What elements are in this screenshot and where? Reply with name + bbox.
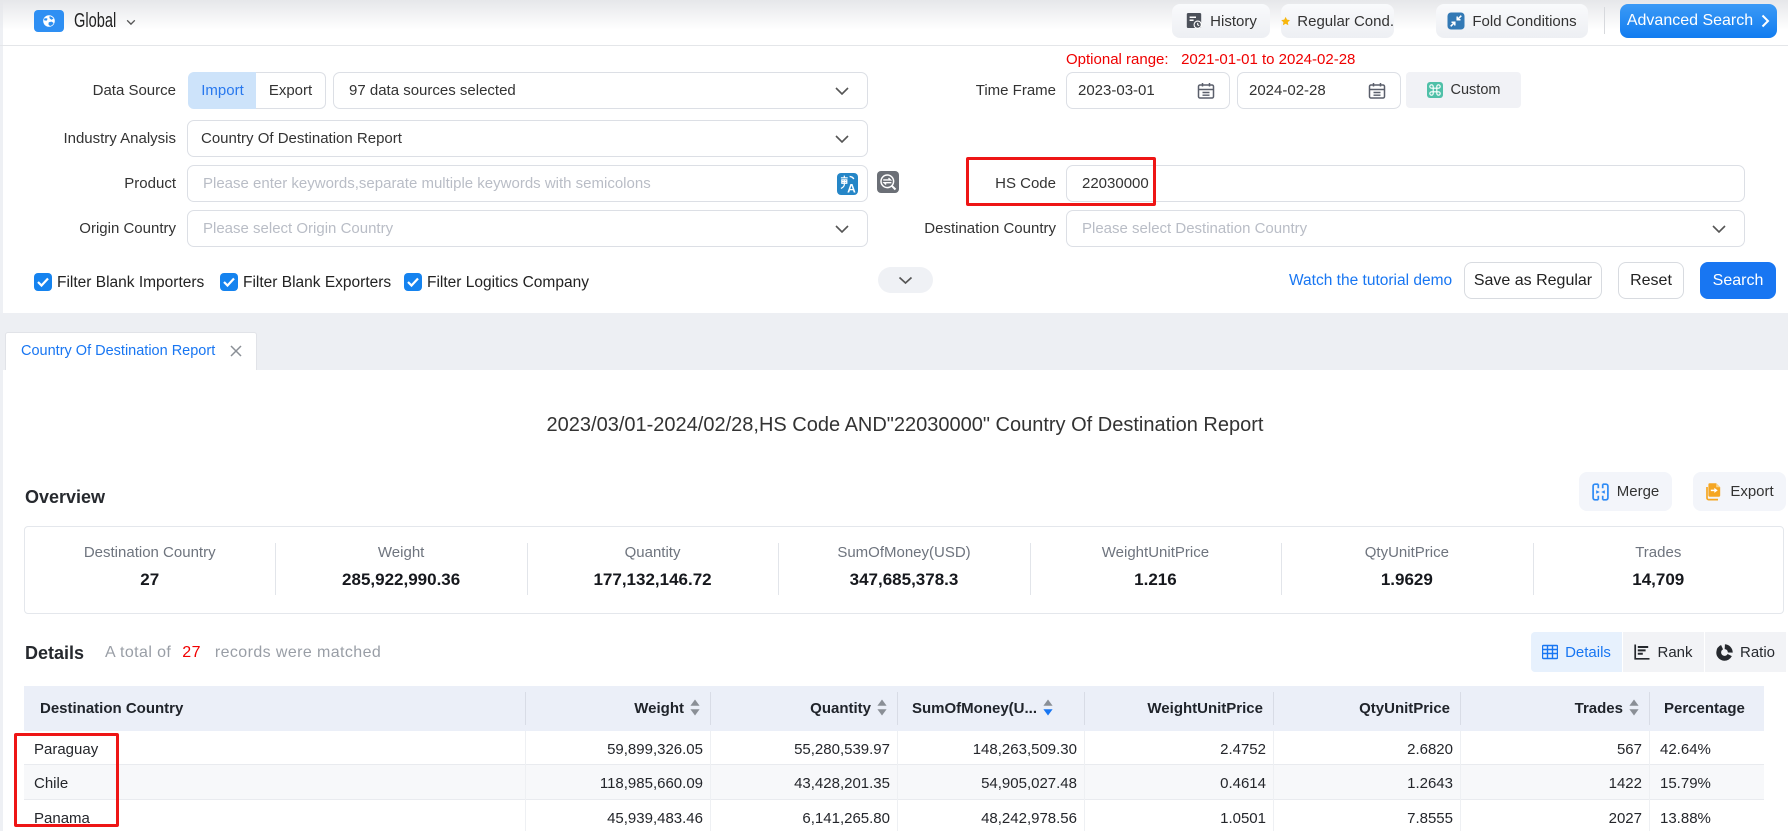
svg-text:A: A (847, 182, 856, 195)
